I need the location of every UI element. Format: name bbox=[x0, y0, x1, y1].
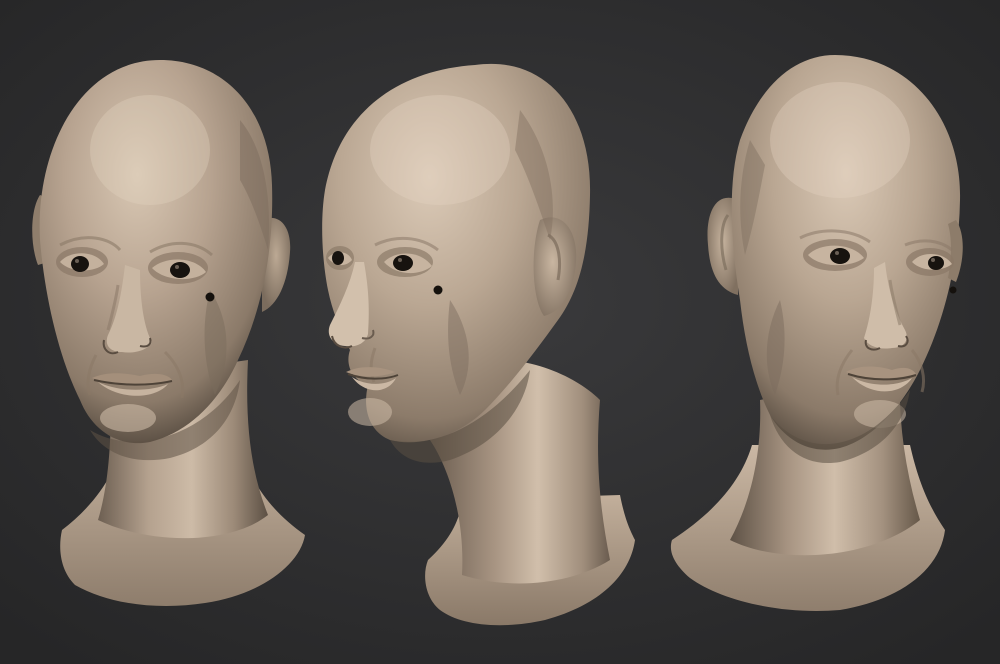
eye-left bbox=[71, 256, 89, 272]
eye-left bbox=[830, 248, 850, 264]
mole bbox=[205, 292, 215, 302]
head-sculpt-right-view bbox=[660, 0, 1000, 664]
eye-near bbox=[393, 255, 413, 271]
ear bbox=[533, 217, 577, 316]
eye-right bbox=[928, 256, 944, 270]
eye-right bbox=[170, 262, 190, 278]
head-sculpt-profile-view bbox=[300, 0, 660, 664]
mole bbox=[949, 286, 957, 294]
eye-far bbox=[332, 251, 344, 265]
mole bbox=[433, 285, 443, 295]
head-sculpt-front-view bbox=[0, 0, 330, 664]
render-viewport bbox=[0, 0, 1000, 664]
